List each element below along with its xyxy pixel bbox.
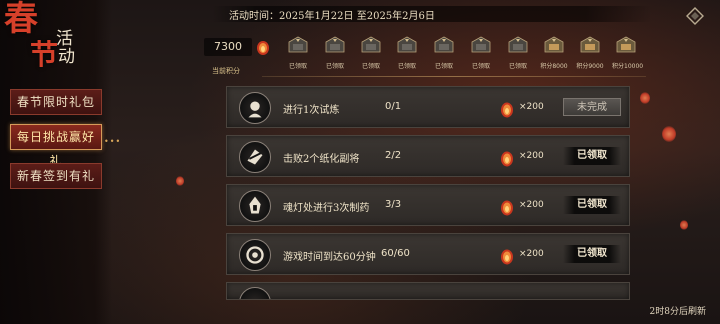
task-status-button[interactable]: 已领取 <box>563 196 621 214</box>
task-icon <box>239 287 271 299</box>
reward-milestone-label: 已领取 <box>288 63 307 70</box>
task-name: 击败2个纸化副将 <box>283 154 360 165</box>
reward-milestone-label: 积分10000 <box>612 63 644 70</box>
menu-spring-limited-pack[interactable]: 春节限时礼包 <box>10 89 102 115</box>
reward-milestone-label: 已领取 <box>434 63 453 70</box>
reward-milestone[interactable]: 已领取 <box>357 36 385 70</box>
refresh-timer: 2时8分后刷新 <box>649 307 706 317</box>
reward-chest-icon <box>397 36 417 53</box>
reward-chest-icon <box>434 36 454 53</box>
reward-milestone[interactable]: 已领取 <box>321 36 349 70</box>
current-points-label: 当前积分 <box>212 67 240 75</box>
reward-milestone-label: 已领取 <box>397 63 416 70</box>
task-reward-quantity: ×200 <box>519 249 544 259</box>
back-icon[interactable] <box>684 5 706 27</box>
reward-milestone-label: 已领取 <box>361 63 380 70</box>
reward-chest-icon <box>616 36 636 53</box>
background-lantern <box>680 220 688 230</box>
reward-chest-icon <box>471 36 491 53</box>
reward-milestone[interactable]: 已领取 <box>430 36 458 70</box>
menu-daily-challenge[interactable]: 每日挑战赢好礼 <box>10 124 102 168</box>
reward-milestone[interactable]: 积分9000 <box>576 36 604 70</box>
reward-flame-icon <box>501 151 513 167</box>
clock-icon <box>239 239 271 271</box>
task-row: 魂灯处进行3次制药 3/3 ×200 已领取 <box>226 184 630 226</box>
task-row: 游戏时间到达60分钟 60/60 ×200 已领取 <box>226 233 630 275</box>
task-status-button[interactable]: 已领取 <box>563 245 621 263</box>
slash-icon <box>239 141 271 173</box>
reward-milestone[interactable]: 已领取 <box>393 36 421 70</box>
task-name: 魂灯处进行3次制药 <box>283 203 370 214</box>
current-points-value: 7300 <box>204 38 252 56</box>
reward-milestone-label: 已领取 <box>325 63 344 70</box>
reward-chest-icon <box>544 36 564 53</box>
task-reward-quantity: ×200 <box>519 200 544 210</box>
task-status-button[interactable]: 未完成 <box>563 98 621 116</box>
reward-milestone-label: 已领取 <box>508 63 527 70</box>
reward-chest-icon <box>580 36 600 53</box>
reward-flame-icon <box>501 249 513 265</box>
task-reward-quantity: ×200 <box>519 102 544 112</box>
trial-icon <box>239 92 271 124</box>
reward-milestone[interactable]: 积分10000 <box>612 36 644 70</box>
task-progress: 0/1 <box>385 101 402 112</box>
background-lantern <box>662 126 676 142</box>
task-name: 进行1次试炼 <box>283 105 340 116</box>
event-period: 活动时间：2025年1月22日 至2025年2月6日 <box>229 11 435 22</box>
active-indicator-dots: ••• <box>104 137 122 146</box>
task-row: 进行1次试炼 0/1 ×200 未完成 <box>226 86 630 128</box>
reward-chest-icon <box>361 36 381 53</box>
reward-chest-icon <box>288 36 308 53</box>
background-lantern <box>640 92 650 104</box>
task-row: 击败2个纸化副将 2/2 ×200 已领取 <box>226 135 630 177</box>
points-flame-icon <box>257 41 269 55</box>
task-progress: 2/2 <box>385 150 402 161</box>
reward-track-line <box>262 76 646 77</box>
background-lantern <box>176 176 184 186</box>
reward-chest-icon <box>325 36 345 53</box>
reward-milestone[interactable]: 已领取 <box>504 36 532 70</box>
reward-flame-icon <box>501 200 513 216</box>
reward-milestone-label: 积分9000 <box>576 63 604 70</box>
task-row-partial <box>226 282 630 300</box>
task-progress: 3/3 <box>385 199 402 210</box>
task-name: 游戏时间到达60分钟 <box>283 252 376 263</box>
reward-milestone-label: 积分8000 <box>540 63 568 70</box>
reward-milestone-label: 已领取 <box>471 63 490 70</box>
reward-chest-icon <box>508 36 528 53</box>
reward-milestone[interactable]: 已领取 <box>467 36 495 70</box>
menu-new-year-checkin[interactable]: 新春签到有礼 <box>10 163 102 189</box>
task-status-button[interactable]: 已领取 <box>563 147 621 165</box>
reward-flame-icon <box>501 102 513 118</box>
reward-milestone[interactable]: 已领取 <box>284 36 312 70</box>
reward-milestone[interactable]: 积分8000 <box>540 36 568 70</box>
event-title-white: 活 动 <box>56 29 75 67</box>
lantern-icon <box>239 190 271 222</box>
task-reward-quantity: ×200 <box>519 151 544 161</box>
event-title-red: 春 节 <box>4 0 59 71</box>
task-progress: 60/60 <box>381 248 410 259</box>
